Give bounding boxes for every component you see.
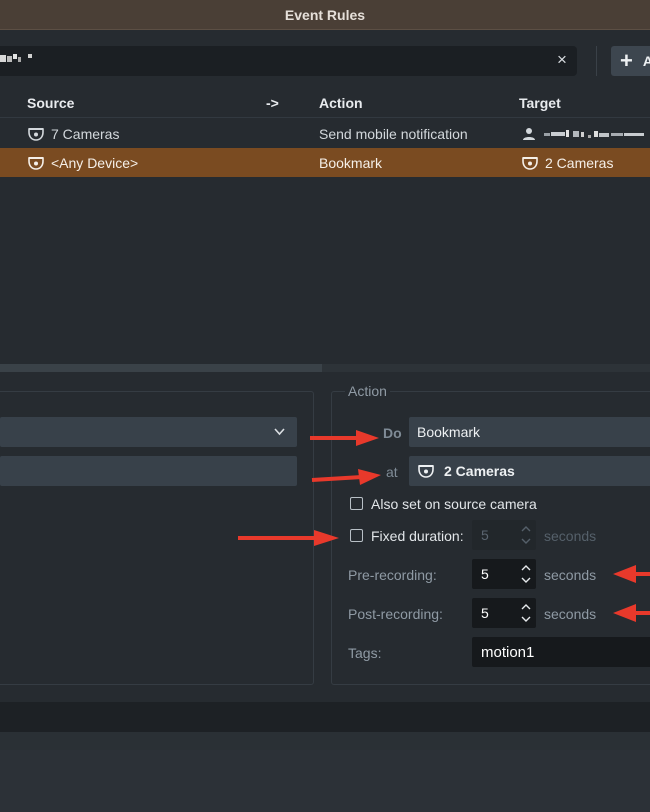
column-header-action[interactable]: Action bbox=[319, 88, 363, 118]
also-set-checkbox[interactable] bbox=[350, 497, 363, 510]
annotation-arrow bbox=[310, 430, 379, 446]
at-label: at bbox=[386, 464, 398, 480]
user-icon bbox=[523, 127, 535, 140]
footer-separator bbox=[0, 732, 650, 750]
fixed-duration-label[interactable]: Fixed duration: bbox=[371, 528, 464, 544]
also-set-label[interactable]: Also set on source camera bbox=[371, 496, 537, 512]
annotation-arrow bbox=[613, 565, 650, 583]
source-label: 7 Cameras bbox=[51, 125, 120, 142]
dialog-footer bbox=[0, 750, 650, 812]
tags-input[interactable]: motion1 bbox=[472, 637, 650, 667]
column-header-arrow[interactable]: -> bbox=[266, 88, 279, 118]
tags-label: Tags: bbox=[348, 645, 382, 661]
table-row[interactable]: 7 Cameras Send mobile notification bbox=[0, 119, 650, 148]
annotation-arrow bbox=[613, 604, 650, 622]
source-cell: <Any Device> bbox=[28, 148, 138, 177]
increment-icon[interactable] bbox=[520, 602, 532, 612]
post-recording-label: Post-recording: bbox=[348, 606, 443, 622]
fixed-duration-checkbox[interactable] bbox=[350, 529, 363, 542]
action-type-dropdown[interactable]: Bookmark bbox=[409, 417, 650, 447]
pre-recording-unit: seconds bbox=[544, 567, 597, 583]
fixed-duration-value: 5 bbox=[481, 527, 489, 543]
target-cell bbox=[522, 119, 650, 148]
column-header-target[interactable]: Target bbox=[519, 88, 561, 118]
fixed-duration-unit: seconds bbox=[544, 528, 597, 544]
scrollbar-thumb[interactable] bbox=[0, 364, 322, 372]
action-target-selector[interactable]: 2 Cameras bbox=[409, 456, 650, 486]
post-recording-stepper[interactable]: 5 bbox=[472, 598, 536, 628]
column-header-source[interactable]: Source bbox=[27, 88, 74, 118]
clear-search-icon[interactable]: × bbox=[555, 51, 569, 68]
event-source-field[interactable] bbox=[0, 456, 297, 486]
increment-icon[interactable] bbox=[520, 563, 532, 573]
add-rule-button[interactable]: + A bbox=[611, 46, 650, 76]
pre-recording-value: 5 bbox=[481, 566, 489, 582]
annotation-arrow bbox=[311, 469, 381, 485]
event-type-dropdown[interactable] bbox=[0, 417, 297, 447]
decrement-icon[interactable] bbox=[520, 614, 532, 624]
camera-icon bbox=[522, 156, 538, 170]
action-type-value: Bookmark bbox=[417, 424, 481, 440]
redacted-text bbox=[544, 129, 644, 138]
decrement-icon[interactable] bbox=[520, 536, 532, 546]
action-group-title: Action bbox=[345, 383, 390, 399]
toolbar-divider bbox=[596, 46, 597, 76]
target-cell: 2 Cameras bbox=[522, 148, 613, 177]
do-label: Do bbox=[383, 425, 402, 441]
rule-description-bar bbox=[0, 702, 650, 732]
increment-icon[interactable] bbox=[520, 524, 532, 534]
pre-recording-stepper[interactable]: 5 bbox=[472, 559, 536, 589]
source-cell: 7 Cameras bbox=[28, 119, 119, 148]
post-recording-unit: seconds bbox=[544, 606, 597, 622]
action-cell: Send mobile notification bbox=[319, 125, 468, 142]
decrement-icon[interactable] bbox=[520, 575, 532, 585]
tags-value: motion1 bbox=[481, 643, 535, 661]
pre-recording-label: Pre-recording: bbox=[348, 567, 437, 583]
table-row-selected[interactable]: <Any Device> Bookmark 2 Cameras bbox=[0, 148, 650, 177]
plus-icon: + bbox=[620, 48, 633, 73]
annotation-arrow bbox=[238, 530, 339, 546]
fixed-duration-stepper[interactable]: 5 bbox=[472, 520, 536, 550]
camera-icon bbox=[418, 465, 434, 478]
source-label: <Any Device> bbox=[51, 154, 139, 171]
target-label: 2 Cameras bbox=[545, 154, 614, 171]
action-target-value: 2 Cameras bbox=[444, 463, 515, 479]
table-horizontal-scrollbar[interactable] bbox=[0, 364, 650, 372]
chevron-down-icon bbox=[274, 428, 285, 436]
camera-icon bbox=[28, 156, 44, 170]
rules-table-header: Source -> Action Target bbox=[0, 88, 650, 118]
post-recording-value: 5 bbox=[481, 605, 489, 621]
action-cell: Bookmark bbox=[319, 154, 383, 171]
search-input[interactable]: × bbox=[0, 46, 577, 76]
window-title: Event Rules bbox=[0, 0, 650, 30]
add-button-label: A bbox=[642, 53, 650, 69]
search-value-redacted bbox=[0, 54, 32, 62]
camera-icon bbox=[28, 127, 44, 141]
